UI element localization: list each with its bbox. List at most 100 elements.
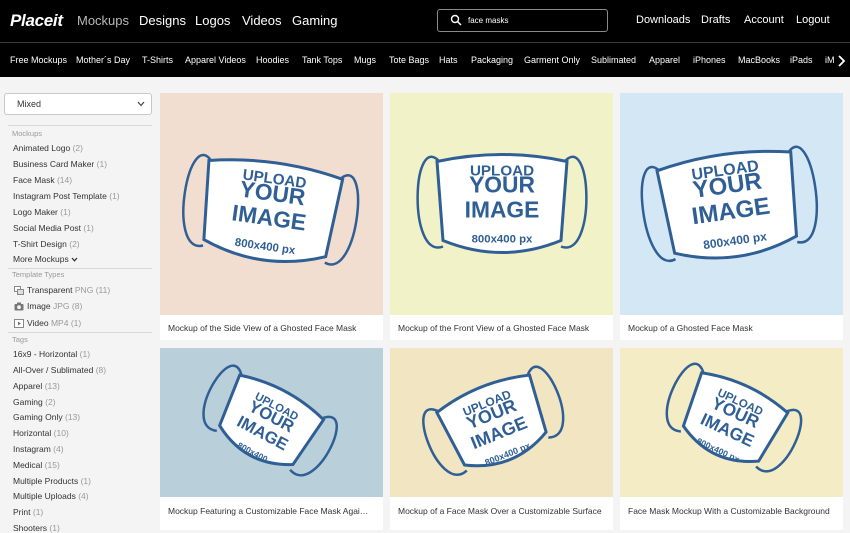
sort-select[interactable]: Mixed — [4, 93, 152, 115]
mockup-thumbnail[interactable]: UPLOAD YOUR IMAGE 800x400 — [160, 348, 383, 497]
category-item[interactable]: Mugs — [354, 55, 376, 65]
filter-mockup-instagram-post[interactable]: Instagram Post Template (1) — [13, 191, 120, 201]
filter-mockup-logo-maker[interactable]: Logo Maker (1) — [13, 207, 71, 217]
category-scroll-right-button[interactable] — [834, 51, 850, 71]
nav-logos[interactable]: Logos — [195, 13, 230, 28]
filter-tag[interactable]: Gaming Only (13) — [13, 412, 80, 422]
mockup-title[interactable]: Face Mask Mockup With a Customizable Bac… — [628, 506, 838, 516]
category-item[interactable]: Mother´s Day — [76, 55, 130, 65]
filter-tag[interactable]: Gaming (2) — [13, 397, 56, 407]
filter-tag[interactable]: Apparel (13) — [13, 381, 60, 391]
nav-videos[interactable]: Videos — [242, 13, 282, 28]
filter-tag[interactable]: Multiple Products (1) — [13, 476, 91, 486]
mockup-card[interactable]: UPLOAD YOUR IMAGE 800x400 Mockup Featuring … — [160, 348, 383, 530]
divider — [8, 125, 152, 126]
nav-mockups[interactable]: Mockups — [77, 13, 129, 28]
category-item[interactable]: Packaging — [471, 55, 513, 65]
search-icon — [450, 14, 462, 26]
mockup-card[interactable]: UPLOAD YOUR IMAGE 800x400 px Mockup of the … — [390, 93, 613, 340]
category-item[interactable]: MacBooks — [738, 55, 780, 65]
filter-count: (11) — [95, 285, 111, 295]
more-mockups-toggle[interactable]: More Mockups — [13, 254, 78, 264]
filter-tag[interactable]: Horizontal (10) — [13, 428, 69, 438]
category-item[interactable]: Tank Tops — [302, 55, 342, 65]
nav-logout[interactable]: Logout — [796, 14, 830, 26]
nav-account[interactable]: Account — [744, 14, 784, 26]
filter-label: T-Shirt Design — [13, 239, 67, 249]
category-item[interactable]: Apparel Videos — [185, 55, 246, 65]
face-mask-illustration: UPLOADYOURIMAGE800x400 px — [640, 145, 819, 263]
filter-tag[interactable]: Shooters (1) — [13, 523, 60, 533]
category-item[interactable]: Apparel — [649, 55, 680, 65]
nav-drafts[interactable]: Drafts — [701, 14, 730, 26]
mockup-thumbnail[interactable]: UPLOAD YOUR IMAGE 800x400 px — [620, 348, 843, 497]
mockup-card[interactable]: UPLOAD YOUR IMAGE 800x400 px Mockup of a Gh… — [620, 93, 843, 340]
filter-mockup-face-mask[interactable]: Face Mask (14) — [13, 175, 72, 185]
filter-tag[interactable]: Print (1) — [13, 507, 43, 517]
filter-type-transparent[interactable]: Transparent PNG (11) — [27, 285, 110, 295]
category-item[interactable]: iPhones — [693, 55, 726, 65]
mockup-card[interactable]: UPLOAD YOUR IMAGE 800x400 px Mockup of the … — [160, 93, 383, 340]
filter-count: (15) — [44, 460, 60, 470]
category-item[interactable]: Free Mockups — [10, 55, 67, 65]
chevron-down-icon — [137, 101, 145, 107]
mockup-thumbnail[interactable]: UPLOAD YOUR IMAGE 800x400 px — [620, 93, 843, 315]
nav-gaming[interactable]: Gaming — [292, 13, 338, 28]
filter-type-video[interactable]: Video MP4 (1) — [27, 318, 81, 328]
filter-label: Video — [27, 318, 49, 328]
mockup-title[interactable]: Mockup Featuring a Customizable Face Mas… — [168, 506, 378, 516]
filter-count: (4) — [78, 491, 89, 501]
filter-tag[interactable]: Instagram (4) — [13, 444, 64, 454]
mockup-card[interactable]: UPLOAD YOUR IMAGE 800x400 px Face Mask Mock… — [620, 348, 843, 530]
category-item[interactable]: Sublimated — [591, 55, 636, 65]
filter-ext: JPG — [53, 301, 70, 311]
video-play-icon — [14, 319, 24, 328]
top-navbar: Placeit Mockups Designs Logos Videos Gam… — [0, 0, 850, 42]
filter-count: (1) — [49, 523, 60, 533]
category-item[interactable]: T-Shirts — [142, 55, 173, 65]
filter-tag[interactable]: 16x9 - Horizontal (1) — [13, 349, 90, 359]
filter-type-image[interactable]: Image JPG (8) — [27, 301, 82, 311]
filter-mockup-tshirt-design[interactable]: T-Shirt Design (2) — [13, 239, 80, 249]
mockup-title[interactable]: Mockup of a Ghosted Face Mask — [628, 323, 838, 333]
filter-count: (8) — [71, 301, 83, 311]
filter-count: (8) — [95, 365, 107, 375]
chevron-right-icon — [838, 55, 846, 67]
mockup-title[interactable]: Mockup of a Face Mask Over a Customizabl… — [398, 506, 608, 516]
filter-tag[interactable]: Multiple Uploads (4) — [13, 491, 89, 501]
template-types-heading: Template Types — [12, 270, 65, 279]
filter-label: Multiple Products — [13, 476, 79, 486]
mockup-thumbnail[interactable]: UPLOAD YOUR IMAGE 800x400 px — [390, 93, 613, 315]
filter-label: Print — [13, 507, 31, 517]
category-item[interactable]: Hoodies — [256, 55, 289, 65]
search-box[interactable] — [437, 9, 608, 32]
divider — [8, 332, 152, 333]
mockup-thumbnail[interactable]: UPLOAD YOUR IMAGE 800x400 px — [390, 348, 613, 497]
category-item[interactable]: Hats — [439, 55, 458, 65]
filter-label: Apparel — [13, 381, 43, 391]
filter-count: (1) — [70, 318, 82, 328]
nav-designs[interactable]: Designs — [139, 13, 186, 28]
filter-mockup-animated-logo[interactable]: Animated Logo (2) — [13, 143, 83, 153]
filter-count: (2) — [45, 397, 56, 407]
category-item[interactable]: Tote Bags — [389, 55, 429, 65]
face-mask-illustration: UPLOADYOURIMAGE800x400 px — [182, 153, 360, 266]
mockup-title[interactable]: Mockup of the Front View of a Ghosted Fa… — [398, 323, 608, 333]
filter-tag[interactable]: All-Over / Sublimated (8) — [13, 365, 106, 375]
filter-tag[interactable]: Medical (15) — [13, 460, 60, 470]
tags-heading: Tags — [12, 335, 28, 344]
filter-count: (13) — [64, 412, 81, 422]
category-item[interactable]: iPads — [790, 55, 813, 65]
mockup-thumbnail[interactable]: UPLOAD YOUR IMAGE 800x400 px — [160, 93, 383, 315]
filter-mockup-social-media-post[interactable]: Social Media Post (1) — [13, 223, 94, 233]
mockup-card[interactable]: UPLOAD YOUR IMAGE 800x400 px Mockup of a Fa… — [390, 348, 613, 530]
category-item[interactable]: Garment Only — [524, 55, 580, 65]
face-mask-illustration: UPLOADYOURIMAGE800x400 px — [665, 362, 803, 473]
filter-ext: MP4 — [50, 318, 69, 328]
filter-count: (1) — [32, 507, 44, 517]
mockup-title[interactable]: Mockup of the Side View of a Ghosted Fac… — [168, 323, 378, 333]
search-input[interactable] — [468, 13, 603, 28]
nav-downloads[interactable]: Downloads — [636, 14, 690, 26]
filter-mockup-business-card[interactable]: Business Card Maker (1) — [13, 159, 107, 169]
placeit-logo[interactable]: Placeit — [10, 11, 63, 31]
